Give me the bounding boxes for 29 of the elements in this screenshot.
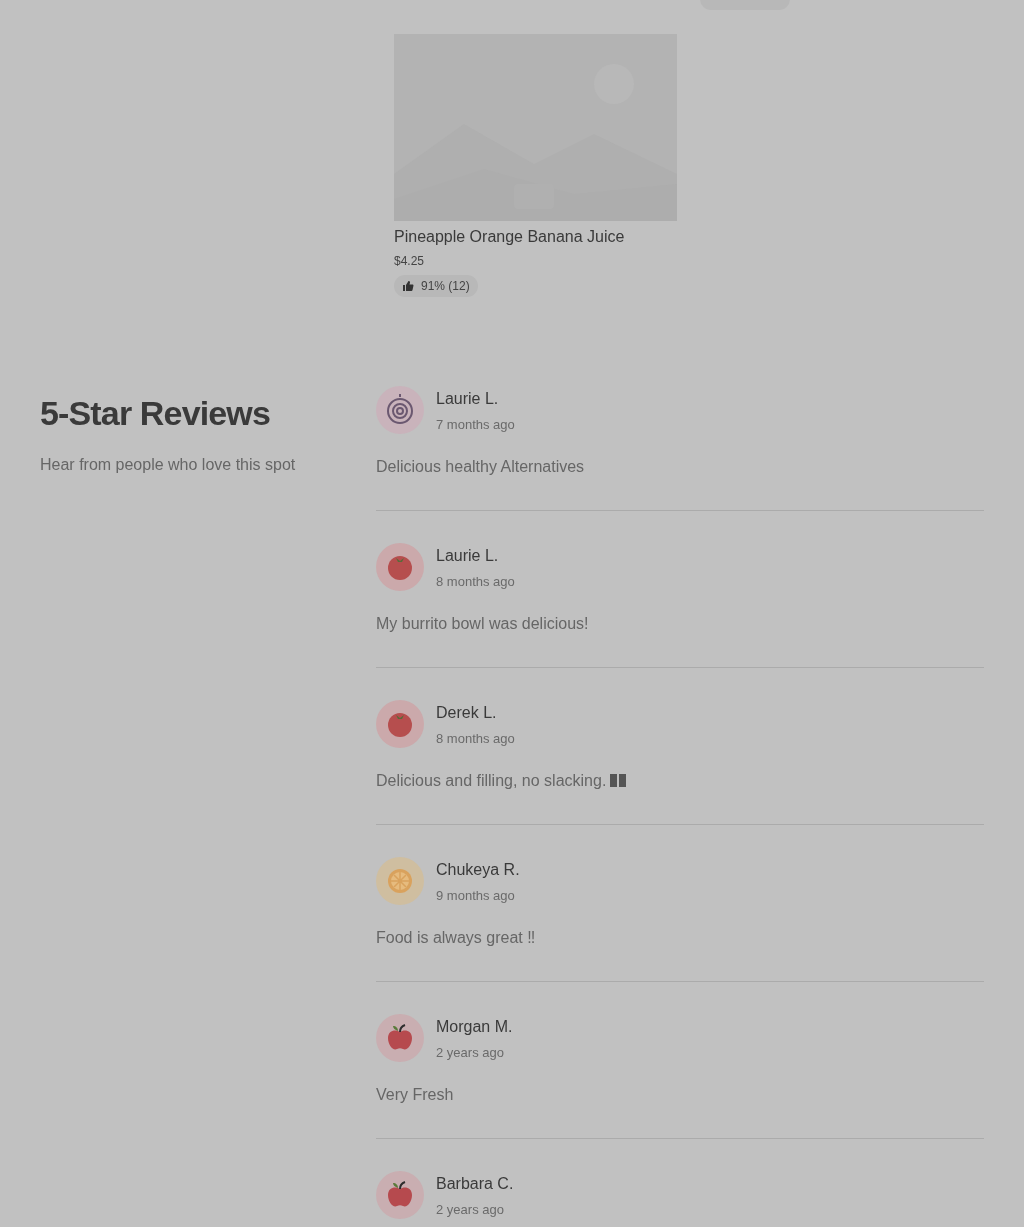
review-time: 2 years ago: [436, 1044, 504, 1062]
reviewer-name[interactable]: Chukeya R.: [436, 858, 520, 882]
review-text: Delicious healthy Alternatives: [376, 456, 585, 477]
review-time: 2 years ago: [436, 1201, 504, 1219]
avatar-icon: [376, 700, 424, 748]
section-subtitle: Hear from people who love this spot: [40, 455, 296, 475]
reviewer-name[interactable]: Derek L.: [436, 701, 497, 725]
review-text: My burrito bowl was delicious!: [376, 613, 589, 634]
reviewer-name[interactable]: Laurie L.: [436, 387, 499, 411]
avatar-icon: [376, 543, 424, 591]
reviewer-name[interactable]: Barbara C.: [436, 1172, 514, 1196]
review-text: Food is always great ‼: [376, 927, 536, 948]
review-time: 8 months ago: [436, 573, 515, 591]
avatar-icon: [376, 1014, 424, 1062]
section-title: 5-Star Reviews: [40, 396, 270, 430]
reviewer-name[interactable]: Laurie L.: [436, 544, 499, 568]
avatar-icon: [376, 386, 424, 434]
avatar-icon: [376, 857, 424, 905]
rating-badge: 91% (12): [394, 275, 478, 297]
reviewer-name[interactable]: Morgan M.: [436, 1015, 513, 1039]
thumbs-up-icon: [402, 280, 414, 292]
review-text: Delicious and filling, no slacking.: [376, 770, 607, 791]
avatar-icon: [376, 1171, 424, 1219]
review-time: 7 months ago: [436, 416, 515, 434]
review-time: 8 months ago: [436, 730, 515, 748]
review-text: Very Fresh: [376, 1084, 454, 1105]
product-price: $4.25: [394, 253, 425, 270]
product-name[interactable]: Pineapple Orange Banana Juice: [394, 225, 625, 249]
review-time: 9 months ago: [436, 887, 515, 905]
